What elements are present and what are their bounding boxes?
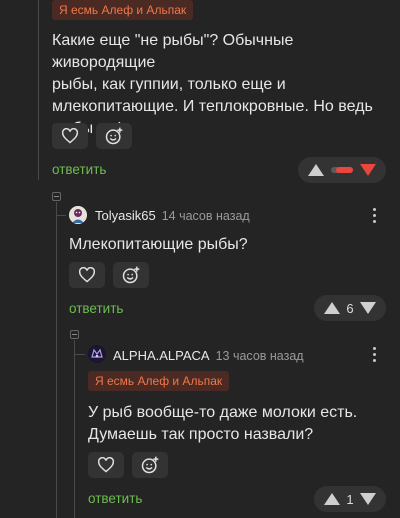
avatar <box>88 345 106 363</box>
author-tag: Я есмь Алеф и Альпак <box>88 371 230 391</box>
downvote-icon[interactable] <box>359 493 376 505</box>
comment-line: У рыб вообще-то даже молоки есть. <box>88 404 358 421</box>
add-reaction-button[interactable] <box>113 262 149 288</box>
smile-plus-icon <box>105 127 123 145</box>
upvote-icon[interactable] <box>308 164 324 176</box>
comment-time: 13 часов назад <box>215 349 304 363</box>
author-tag: Я есмь Алеф и Альпак <box>52 0 194 20</box>
comment-line: Какие еще "не рыбы"? Обычные живородящие <box>52 32 294 71</box>
comment-line: рыбы, как гуппии, только еще и <box>52 76 286 93</box>
downvote-icon[interactable] <box>360 164 376 176</box>
heart-icon <box>61 128 79 144</box>
comment-time: 14 часов назад <box>161 209 250 223</box>
like-button[interactable] <box>52 123 88 149</box>
reply-link[interactable]: ответить <box>69 301 123 316</box>
smile-plus-icon <box>141 456 159 474</box>
thread-line <box>74 340 75 518</box>
rating-bar-icon <box>331 167 353 173</box>
heart-icon <box>97 457 115 473</box>
rating-control: 6 <box>314 295 386 321</box>
rating-count: 1 <box>346 491 354 507</box>
alpaca-avatar-icon <box>88 345 106 363</box>
reply-link[interactable]: ответить <box>88 491 142 506</box>
rating-count: 6 <box>346 300 354 316</box>
more-options-button[interactable] <box>373 208 377 226</box>
heart-icon <box>78 267 96 283</box>
avatar <box>69 206 87 224</box>
comment-author[interactable]: Tolyasik65 14 часов назад <box>95 208 250 223</box>
collapse-thread-button[interactable] <box>70 330 79 339</box>
rating-control: 1 <box>314 486 386 512</box>
rating-control <box>298 157 386 183</box>
reply-link[interactable]: ответить <box>52 162 106 177</box>
add-reaction-button[interactable] <box>132 452 168 478</box>
more-options-button[interactable] <box>373 347 377 365</box>
collapse-thread-button[interactable] <box>52 192 61 201</box>
like-button[interactable] <box>69 262 105 288</box>
comment-author[interactable]: ALPHA.ALPACA 13 часов назад <box>113 348 304 363</box>
upvote-icon[interactable] <box>324 302 340 314</box>
thread-line <box>56 202 57 518</box>
smile-plus-icon <box>122 266 140 284</box>
avatar-icon <box>69 206 87 224</box>
comment-line: млекопитающие. И теплокровные. Но ведь <box>52 98 373 115</box>
upvote-icon[interactable] <box>324 493 340 505</box>
like-button[interactable] <box>88 452 124 478</box>
downvote-icon[interactable] <box>359 302 376 314</box>
add-reaction-button[interactable] <box>96 123 132 149</box>
thread-line <box>38 0 39 180</box>
comment-text: У рыб вообще-то даже молоки есть. Думаеш… <box>88 402 357 446</box>
author-name[interactable]: ALPHA.ALPACA <box>113 348 210 363</box>
author-name[interactable]: Tolyasik65 <box>95 208 156 223</box>
thread-connector <box>56 215 66 216</box>
comment-text: Млекопитающие рыбы? <box>69 236 248 253</box>
comment-line: Думаешь так просто назвали? <box>88 426 314 443</box>
thread-connector <box>74 354 85 355</box>
